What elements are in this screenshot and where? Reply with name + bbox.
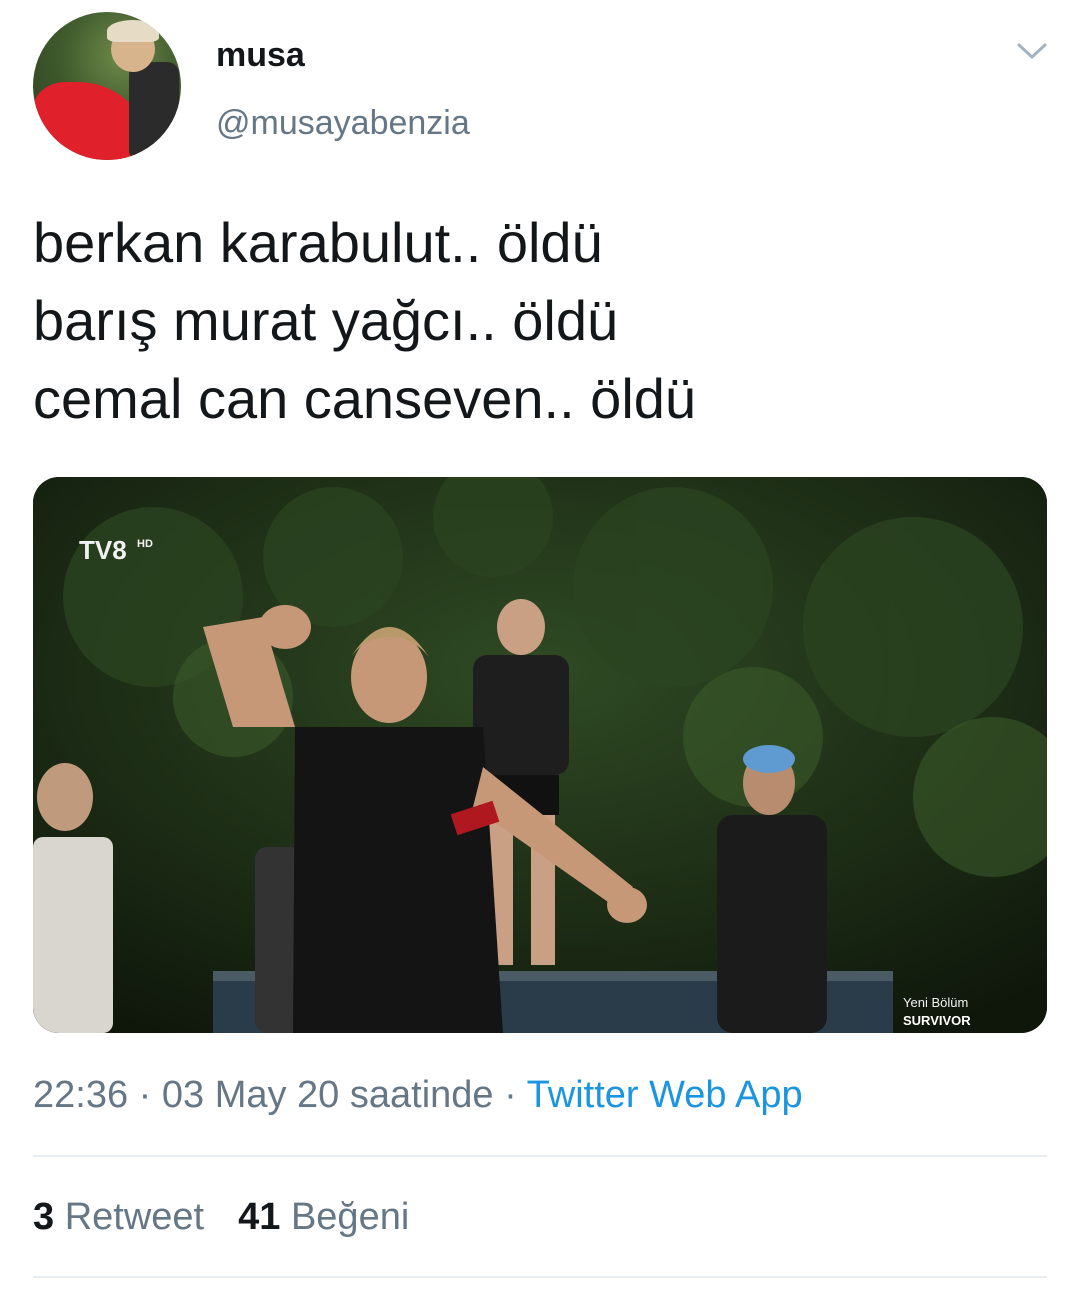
tweet-date[interactable]: 03 May 20 saatinde (162, 1074, 494, 1116)
meta-separator: · (493, 1074, 527, 1116)
tweet-line: barış murat yağcı.. öldü (33, 289, 619, 352)
avatar[interactable] (33, 12, 181, 160)
tweet-media-image[interactable]: TV8 HD Yeni Bölüm SURVIVOR (33, 477, 1047, 1033)
media-scene: TV8 HD Yeni Bölüm SURVIVOR (33, 477, 1047, 1033)
tweet-time[interactable]: 22:36 (33, 1074, 128, 1116)
tv8-logo-badge: HD (137, 538, 153, 550)
author-handle[interactable]: @musayabenzia (216, 104, 470, 143)
avatar-hair (107, 20, 159, 42)
tweet-text: berkan karabulut.. öldü barış murat yağc… (33, 204, 1043, 438)
tweet-meta: 22:36 · 03 May 20 saatinde · Twitter Web… (33, 1074, 803, 1117)
author-display-name[interactable]: musa (216, 36, 305, 75)
tweet-source-link[interactable]: Twitter Web App (527, 1074, 803, 1116)
retweet-stat[interactable]: 3 Retweet (33, 1196, 204, 1238)
divider (33, 1155, 1047, 1157)
chevron-down-icon[interactable] (1016, 40, 1048, 62)
tv8-logo-text: TV8 (79, 535, 127, 565)
tweet-stats: 3 Retweet 41 Beğeni (33, 1196, 409, 1239)
divider (33, 1276, 1047, 1278)
retweet-count: 3 (33, 1196, 55, 1238)
media-caption-bottom: SURVIVOR (903, 1013, 971, 1028)
like-label: Beğeni (290, 1196, 410, 1238)
avatar-torso (129, 62, 179, 160)
tweet-line: cemal can canseven.. öldü (33, 367, 697, 430)
like-stat[interactable]: 41 Beğeni (238, 1196, 409, 1238)
media-caption-top: Yeni Bölüm (903, 995, 968, 1010)
retweet-label: Retweet (64, 1196, 205, 1238)
meta-separator: · (128, 1074, 162, 1116)
tweet-line: berkan karabulut.. öldü (33, 211, 603, 274)
like-count: 41 (238, 1196, 281, 1238)
avatar-flag (33, 82, 143, 160)
